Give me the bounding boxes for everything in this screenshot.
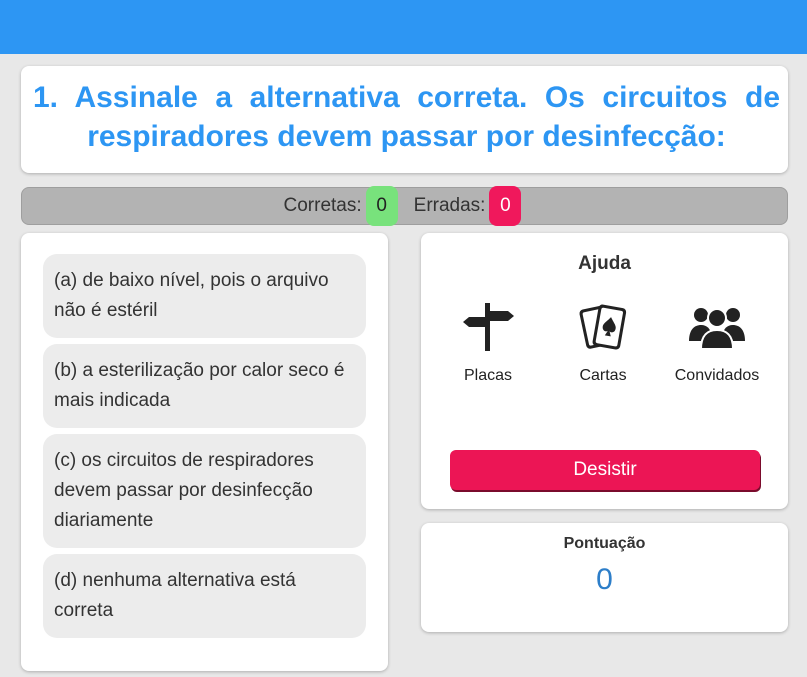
points-title: Pontuação: [563, 535, 646, 552]
option-c[interactable]: (c) os circuitos de respiradores devem p…: [43, 434, 366, 548]
help-cartas-button[interactable]: Cartas: [548, 301, 658, 385]
question-card: 1. Assinale a alternativa correta. Os ci…: [21, 66, 788, 173]
correct-count-badge: 0: [365, 186, 398, 226]
quit-button[interactable]: Desistir: [450, 450, 760, 490]
options-card: (a) de baixo nível, pois o arquivo não é…: [21, 233, 388, 671]
playing-cards-icon: [548, 301, 658, 353]
correct-label: Corretas:: [283, 195, 362, 216]
users-icon: [662, 301, 772, 353]
wrong-count-badge: 0: [489, 186, 522, 226]
help-title: Ajuda: [578, 253, 631, 274]
question-text: 1. Assinale a alternativa correta. Os ci…: [33, 81, 780, 153]
score-bar: Corretas: 0 Erradas: 0: [21, 186, 788, 226]
help-convidados-label: Convidados: [674, 367, 760, 384]
help-card: Ajuda Placas Cartas Convidados Desistir: [421, 233, 788, 509]
option-d[interactable]: (d) nenhuma alternativa está correta: [43, 554, 366, 638]
help-placas-label: Placas: [463, 367, 513, 384]
signpost-icon: [433, 301, 543, 353]
help-cartas-label: Cartas: [579, 367, 627, 384]
points-value: 0: [596, 563, 613, 596]
help-placas-button[interactable]: Placas: [433, 301, 543, 385]
wrong-label: Erradas:: [413, 195, 486, 216]
top-header-bar: [0, 0, 807, 54]
option-b[interactable]: (b) a esterilização por calor seco é mai…: [43, 344, 366, 428]
help-convidados-button[interactable]: Convidados: [662, 301, 772, 385]
points-card: Pontuação 0: [421, 523, 788, 632]
option-a[interactable]: (a) de baixo nível, pois o arquivo não é…: [43, 254, 366, 338]
